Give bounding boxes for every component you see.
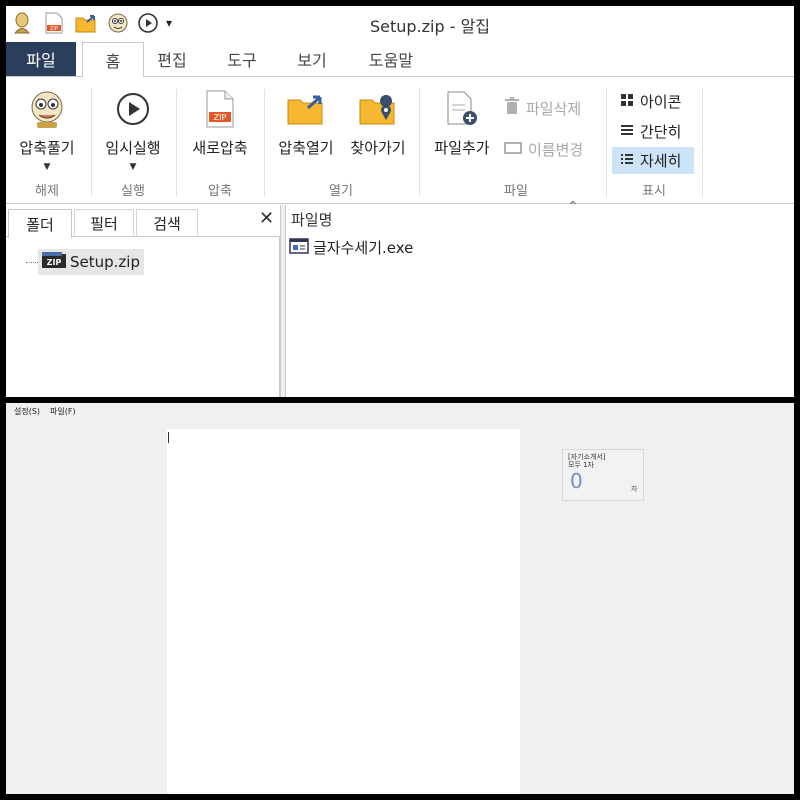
group-divider (702, 89, 703, 197)
tab-filter[interactable]: 필터 (74, 209, 134, 237)
title-bar: ZIP ▾ Setup.zip - 알집 (6, 6, 794, 42)
svg-text:ZIP: ZIP (214, 113, 227, 122)
chevron-down-icon: ▼ (43, 162, 51, 172)
folder-tree: ZIP Setup.zip (6, 237, 280, 397)
open-archive-button[interactable]: 압축열기 (268, 89, 344, 158)
group-label-release: 해제 (35, 184, 59, 199)
temp-run-button[interactable]: 임시실행 ▼ (98, 89, 168, 172)
goto-location-label: 찾아가기 (350, 139, 406, 157)
new-archive-button[interactable]: ZIP 새로압축 (182, 89, 258, 158)
folder-open-icon (268, 89, 344, 129)
extract-button[interactable]: 압축풀기 ▼ (10, 89, 84, 172)
delete-file-button[interactable]: 파일삭제 (504, 97, 581, 119)
group-divider (91, 89, 92, 197)
group-divider (264, 89, 265, 197)
group-label-open: 열기 (329, 184, 353, 199)
trash-icon (504, 97, 520, 119)
panel-splitter[interactable] (280, 205, 286, 397)
menu-file[interactable]: 파일(F) (50, 406, 76, 417)
svg-text:ZIP: ZIP (47, 258, 62, 267)
rename-icon (504, 141, 522, 159)
group-divider (176, 89, 177, 197)
add-file-button[interactable]: 파일추가 (426, 89, 498, 158)
text-cursor (168, 432, 169, 443)
char-counter-window: 설정(S) 파일(F) [자기소개서] 모두 1자 0 자 (6, 403, 794, 794)
tab-search[interactable]: 검색 (136, 209, 198, 237)
group-label-run: 실행 (121, 184, 145, 199)
tab-home[interactable]: 홈 (82, 42, 144, 77)
sort-indicator-icon: ⌃ (567, 199, 579, 215)
view-icons-label: 아이콘 (640, 93, 682, 111)
rename-button[interactable]: 이름변경 (504, 139, 583, 160)
group-divider (419, 89, 420, 197)
file-name: 글자수세기.exe (313, 239, 414, 257)
detail-list-icon (620, 152, 634, 170)
tree-item-setup-zip[interactable]: ZIP Setup.zip (38, 249, 144, 275)
new-archive-label: 새로압축 (192, 139, 248, 157)
group-label-display: 표시 (642, 184, 666, 199)
tab-folders[interactable]: 폴더 (8, 209, 72, 238)
view-simple-label: 간단히 (640, 123, 682, 141)
open-archive-label: 압축열기 (278, 139, 334, 157)
group-label-compress: 압축 (208, 184, 232, 199)
stat-title: [자기소개서] 모두 1자 (568, 453, 606, 469)
left-panel-tabs: 폴더 필터 검색 ✕ (6, 205, 280, 238)
list-item[interactable]: 글자수세기.exe (289, 237, 413, 258)
tab-view[interactable]: 보기 (286, 42, 338, 76)
extract-label: 압축풀기 (19, 139, 75, 157)
goto-location-button[interactable]: 찾아가기 (342, 89, 414, 158)
close-icon[interactable]: ✕ (259, 208, 274, 229)
view-detail-label: 자세히 (640, 152, 682, 170)
alzip-mascot-icon (10, 89, 84, 129)
tree-item-label: Setup.zip (70, 253, 140, 271)
file-list: ⌃ 파일명 글자수세기.exe (287, 199, 794, 397)
view-icons-button[interactable]: 아이콘 (616, 89, 685, 114)
char-count-value: 0 (570, 469, 583, 493)
ribbon: 압축풀기 ▼ 해제 임시실행 ▼ 실행 ZIP 새로압축 압축 압축열기 찾아가… (6, 76, 794, 204)
tab-help[interactable]: 도움말 (358, 42, 424, 76)
zip-archive-icon: ZIP (42, 251, 66, 273)
group-label-file: 파일 (504, 184, 528, 199)
tab-tools[interactable]: 도구 (216, 42, 268, 76)
alzip-window: ZIP ▾ Setup.zip - 알집 파일 홈 편집 도구 보기 도움말 압… (6, 6, 794, 397)
tab-edit[interactable]: 편집 (146, 42, 198, 76)
group-divider (606, 89, 607, 197)
temp-run-label: 임시실행 (105, 139, 161, 157)
menu-bar: 설정(S) 파일(F) (6, 403, 794, 419)
text-editor[interactable] (167, 429, 520, 794)
window-title: Setup.zip - 알집 (369, 17, 491, 36)
view-detail-button[interactable]: 자세히 (612, 147, 694, 174)
zip-file-icon: ZIP (182, 89, 258, 129)
add-file-label: 파일추가 (434, 139, 490, 157)
delete-file-label: 파일삭제 (526, 99, 582, 118)
list-icon (620, 123, 634, 141)
stat-title-line2: 모두 1자 (568, 461, 594, 469)
rename-label: 이름변경 (528, 141, 584, 159)
tab-file[interactable]: 파일 (6, 42, 76, 76)
chevron-down-icon: ▼ (129, 162, 137, 172)
menu-settings[interactable]: 설정(S) (14, 406, 40, 417)
folder-location-icon (342, 89, 414, 129)
grid-icon (620, 93, 634, 111)
column-header-filename[interactable]: 파일명 (291, 209, 332, 230)
stat-title-line1: [자기소개서] (568, 453, 606, 461)
exe-file-icon (289, 237, 309, 258)
play-icon (98, 89, 168, 129)
add-file-icon (426, 89, 498, 129)
ribbon-tabs: 파일 홈 편집 도구 보기 도움말 (6, 42, 794, 77)
char-count-card: [자기소개서] 모두 1자 0 자 (562, 449, 644, 501)
view-simple-button[interactable]: 간단히 (616, 119, 685, 144)
char-count-unit: 자 (631, 485, 638, 493)
